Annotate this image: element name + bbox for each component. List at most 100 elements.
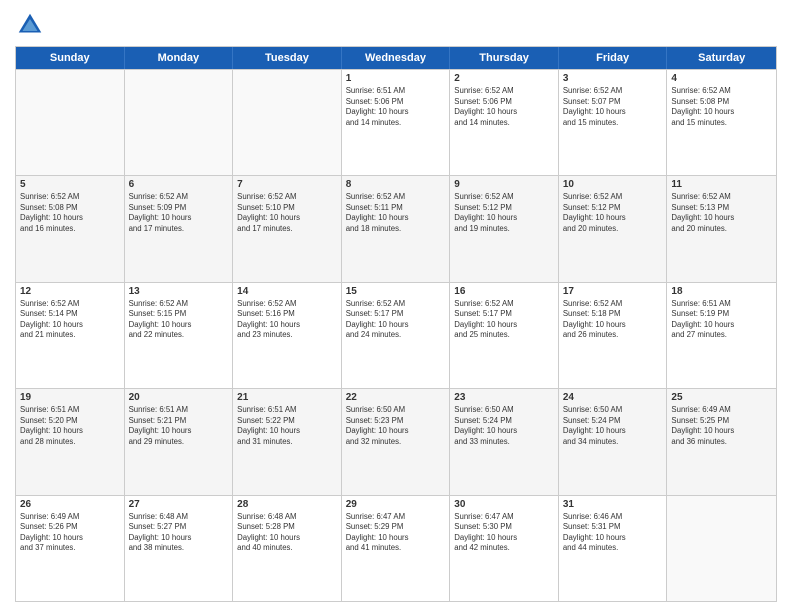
calendar-cell: 19 Sunrise: 6:51 AM Sunset: 5:20 PM Dayli… [16,389,125,494]
day-info: Sunrise: 6:48 AM Sunset: 5:28 PM Dayligh… [237,512,337,554]
calendar-cell: 5 Sunrise: 6:52 AM Sunset: 5:08 PM Daylig… [16,176,125,281]
day-info: Sunrise: 6:52 AM Sunset: 5:06 PM Dayligh… [454,86,554,128]
page: SundayMondayTuesdayWednesdayThursdayFrid… [0,0,792,612]
day-info: Sunrise: 6:52 AM Sunset: 5:18 PM Dayligh… [563,299,663,341]
day-number: 29 [346,499,446,510]
day-info: Sunrise: 6:50 AM Sunset: 5:24 PM Dayligh… [454,405,554,447]
calendar-cell: 31 Sunrise: 6:46 AM Sunset: 5:31 PM Dayli… [559,496,668,601]
calendar-row-3: 19 Sunrise: 6:51 AM Sunset: 5:20 PM Dayli… [16,388,776,494]
day-number: 30 [454,499,554,510]
day-number: 1 [346,73,446,84]
calendar-cell: 9Sunrise: 6:52 AM Sunset: 5:12 PM Daylig… [450,176,559,281]
day-number: 6 [129,179,229,190]
day-number: 21 [237,392,337,403]
day-number: 16 [454,286,554,297]
day-info: Sunrise: 6:47 AM Sunset: 5:30 PM Dayligh… [454,512,554,554]
calendar-cell [125,70,234,175]
day-number: 19 [20,392,120,403]
header [15,10,777,40]
calendar-cell: 23 Sunrise: 6:50 AM Sunset: 5:24 PM Dayli… [450,389,559,494]
calendar-cell: 25 Sunrise: 6:49 AM Sunset: 5:25 PM Dayli… [667,389,776,494]
logo [15,10,49,40]
calendar: SundayMondayTuesdayWednesdayThursdayFrid… [15,46,777,602]
header-cell-tuesday: Tuesday [233,47,342,69]
day-number: 8 [346,179,446,190]
day-number: 11 [671,179,772,190]
calendar-cell: 20Sunrise: 6:51 AM Sunset: 5:21 PM Dayli… [125,389,234,494]
day-number: 5 [20,179,120,190]
day-number: 31 [563,499,663,510]
day-info: Sunrise: 6:52 AM Sunset: 5:17 PM Dayligh… [454,299,554,341]
day-info: Sunrise: 6:52 AM Sunset: 5:14 PM Dayligh… [20,299,120,341]
day-number: 25 [671,392,772,403]
calendar-cell: 14 Sunrise: 6:52 AM Sunset: 5:16 PM Dayli… [233,283,342,388]
day-number: 4 [671,73,772,84]
logo-icon [15,10,45,40]
day-info: Sunrise: 6:46 AM Sunset: 5:31 PM Dayligh… [563,512,663,554]
calendar-cell [16,70,125,175]
day-info: Sunrise: 6:52 AM Sunset: 5:17 PM Dayligh… [346,299,446,341]
day-info: Sunrise: 6:52 AM Sunset: 5:11 PM Dayligh… [346,192,446,234]
day-info: Sunrise: 6:49 AM Sunset: 5:26 PM Dayligh… [20,512,120,554]
calendar-cell: 13 Sunrise: 6:52 AM Sunset: 5:15 PM Dayli… [125,283,234,388]
day-info: Sunrise: 6:51 AM Sunset: 5:22 PM Dayligh… [237,405,337,447]
day-info: Sunrise: 6:51 AM Sunset: 5:06 PM Dayligh… [346,86,446,128]
calendar-cell: 8 Sunrise: 6:52 AM Sunset: 5:11 PM Daylig… [342,176,451,281]
calendar-cell: 12 Sunrise: 6:52 AM Sunset: 5:14 PM Dayli… [16,283,125,388]
calendar-cell: 10Sunrise: 6:52 AM Sunset: 5:12 PM Dayli… [559,176,668,281]
day-info: Sunrise: 6:52 AM Sunset: 5:12 PM Dayligh… [454,192,554,234]
day-info: Sunrise: 6:52 AM Sunset: 5:07 PM Dayligh… [563,86,663,128]
header-cell-monday: Monday [125,47,234,69]
calendar-cell: 3 Sunrise: 6:52 AM Sunset: 5:07 PM Daylig… [559,70,668,175]
day-info: Sunrise: 6:52 AM Sunset: 5:08 PM Dayligh… [20,192,120,234]
calendar-cell: 17Sunrise: 6:52 AM Sunset: 5:18 PM Dayli… [559,283,668,388]
header-cell-friday: Friday [559,47,668,69]
header-cell-saturday: Saturday [667,47,776,69]
day-number: 2 [454,73,554,84]
day-info: Sunrise: 6:52 AM Sunset: 5:09 PM Dayligh… [129,192,229,234]
day-number: 24 [563,392,663,403]
calendar-row-0: 1 Sunrise: 6:51 AM Sunset: 5:06 PM Daylig… [16,69,776,175]
calendar-cell: 27 Sunrise: 6:48 AM Sunset: 5:27 PM Dayli… [125,496,234,601]
day-info: Sunrise: 6:47 AM Sunset: 5:29 PM Dayligh… [346,512,446,554]
day-info: Sunrise: 6:49 AM Sunset: 5:25 PM Dayligh… [671,405,772,447]
calendar-cell: 11 Sunrise: 6:52 AM Sunset: 5:13 PM Dayli… [667,176,776,281]
day-number: 10 [563,179,663,190]
day-number: 26 [20,499,120,510]
day-number: 20 [129,392,229,403]
calendar-body: 1 Sunrise: 6:51 AM Sunset: 5:06 PM Daylig… [16,69,776,601]
day-info: Sunrise: 6:50 AM Sunset: 5:24 PM Dayligh… [563,405,663,447]
calendar-cell: 18Sunrise: 6:51 AM Sunset: 5:19 PM Dayli… [667,283,776,388]
day-number: 18 [671,286,772,297]
header-cell-thursday: Thursday [450,47,559,69]
day-number: 23 [454,392,554,403]
calendar-cell: 6 Sunrise: 6:52 AM Sunset: 5:09 PM Daylig… [125,176,234,281]
day-info: Sunrise: 6:52 AM Sunset: 5:10 PM Dayligh… [237,192,337,234]
day-number: 13 [129,286,229,297]
calendar-cell: 24 Sunrise: 6:50 AM Sunset: 5:24 PM Dayli… [559,389,668,494]
calendar-cell: 16 Sunrise: 6:52 AM Sunset: 5:17 PM Dayli… [450,283,559,388]
calendar-cell: 30 Sunrise: 6:47 AM Sunset: 5:30 PM Dayli… [450,496,559,601]
calendar-header: SundayMondayTuesdayWednesdayThursdayFrid… [16,47,776,69]
calendar-row-2: 12 Sunrise: 6:52 AM Sunset: 5:14 PM Dayli… [16,282,776,388]
day-info: Sunrise: 6:52 AM Sunset: 5:13 PM Dayligh… [671,192,772,234]
day-info: Sunrise: 6:48 AM Sunset: 5:27 PM Dayligh… [129,512,229,554]
day-number: 14 [237,286,337,297]
header-cell-sunday: Sunday [16,47,125,69]
day-info: Sunrise: 6:52 AM Sunset: 5:16 PM Dayligh… [237,299,337,341]
calendar-cell: 29 Sunrise: 6:47 AM Sunset: 5:29 PM Dayli… [342,496,451,601]
day-info: Sunrise: 6:51 AM Sunset: 5:20 PM Dayligh… [20,405,120,447]
day-number: 27 [129,499,229,510]
day-info: Sunrise: 6:50 AM Sunset: 5:23 PM Dayligh… [346,405,446,447]
day-info: Sunrise: 6:52 AM Sunset: 5:08 PM Dayligh… [671,86,772,128]
day-info: Sunrise: 6:52 AM Sunset: 5:15 PM Dayligh… [129,299,229,341]
day-number: 12 [20,286,120,297]
calendar-cell [667,496,776,601]
day-number: 15 [346,286,446,297]
day-number: 3 [563,73,663,84]
day-number: 28 [237,499,337,510]
calendar-row-1: 5 Sunrise: 6:52 AM Sunset: 5:08 PM Daylig… [16,175,776,281]
calendar-cell: 28 Sunrise: 6:48 AM Sunset: 5:28 PM Dayli… [233,496,342,601]
calendar-cell: 4 Sunrise: 6:52 AM Sunset: 5:08 PM Daylig… [667,70,776,175]
header-cell-wednesday: Wednesday [342,47,451,69]
